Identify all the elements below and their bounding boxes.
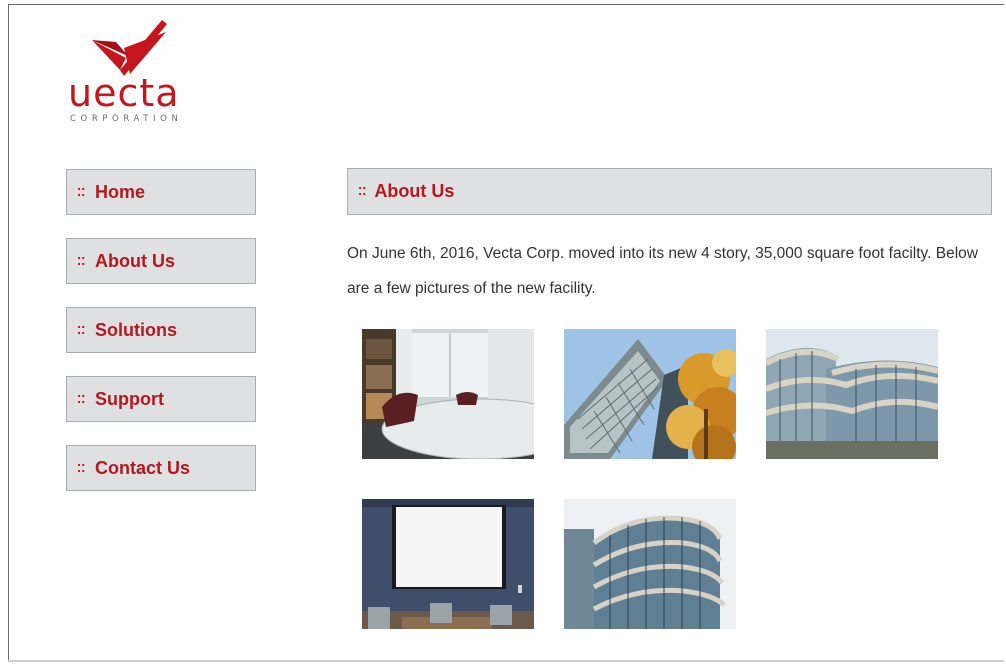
- nav-item-label: About Us: [95, 250, 175, 271]
- nav-item-label: Support: [95, 388, 164, 409]
- grip-bullet-icon: ⁚⁚: [77, 186, 86, 199]
- nav-item-label: Home: [95, 181, 146, 202]
- grip-bullet-icon: ⁚⁚: [77, 255, 86, 268]
- facility-photo-conference-table[interactable]: [362, 329, 534, 459]
- sidebar-nav: ⁚⁚ Home ⁚⁚ About Us ⁚⁚ Solutions ⁚⁚ Supp…: [66, 169, 256, 514]
- logo-wordmark: uecta: [68, 71, 180, 115]
- frame-bottom-edge: [8, 660, 1004, 662]
- page-title: About Us: [374, 181, 455, 201]
- grip-bullet-icon: ⁚⁚: [77, 393, 86, 406]
- facility-photo-glass-building[interactable]: [564, 329, 736, 459]
- nav-item-label: Contact Us: [95, 457, 191, 478]
- facility-photo-meeting-room[interactable]: [362, 499, 534, 629]
- facility-photo-curved-glass-building[interactable]: [564, 499, 736, 629]
- page-title-bar: ⁚⁚ About Us: [347, 168, 992, 215]
- grip-bullet-icon: ⁚⁚: [77, 324, 86, 337]
- grip-bullet-icon: ⁚⁚: [77, 462, 86, 475]
- nav-item-solutions[interactable]: ⁚⁚ Solutions: [66, 307, 256, 353]
- nav-item-label: Solutions: [95, 319, 177, 340]
- intro-paragraph: On June 6th, 2016, Vecta Corp. moved int…: [347, 245, 978, 297]
- logo-subtitle: CORPORATION: [70, 114, 183, 124]
- nav-item-contact-us[interactable]: ⁚⁚ Contact Us: [66, 445, 256, 491]
- grip-bullet-icon: ⁚⁚: [358, 186, 367, 198]
- facility-photo-curved-building[interactable]: [766, 329, 938, 459]
- nav-item-support[interactable]: ⁚⁚ Support: [66, 376, 256, 422]
- nav-item-home[interactable]: ⁚⁚ Home: [66, 169, 256, 215]
- nav-item-about-us[interactable]: ⁚⁚ About Us: [66, 238, 256, 284]
